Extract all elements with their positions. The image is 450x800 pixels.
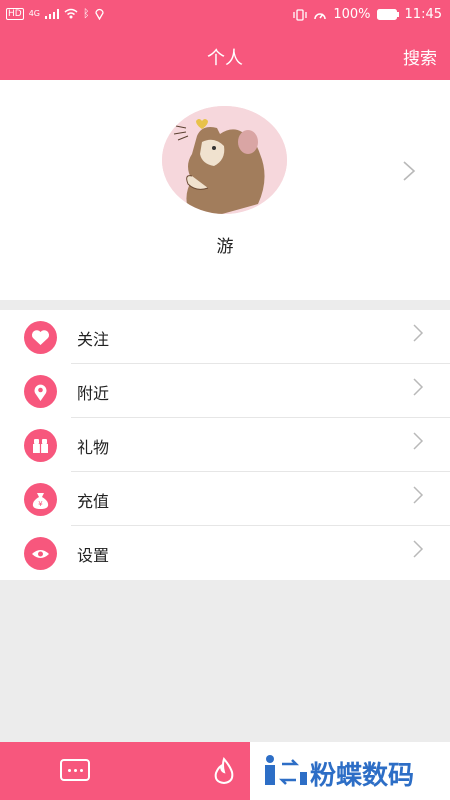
page-title: 个人 bbox=[207, 48, 243, 69]
chevron-right-icon bbox=[413, 540, 424, 558]
menu-item-follow[interactable]: 关注 bbox=[0, 310, 450, 364]
menu-item-label: 设置 bbox=[77, 546, 110, 565]
profile-card[interactable]: 游 bbox=[0, 80, 450, 300]
clock-time: 11:45 bbox=[404, 7, 442, 22]
chevron-right-icon[interactable] bbox=[402, 160, 416, 182]
chevron-right-icon bbox=[413, 486, 424, 504]
app-header: 个人 搜索 bbox=[0, 30, 450, 80]
menu-item-label: 附近 bbox=[77, 384, 110, 403]
battery-icon bbox=[376, 9, 399, 20]
status-bar: HD 4G ᛒ 100% 11:45 bbox=[0, 0, 450, 30]
watermark: 粉蝶数码 bbox=[250, 742, 450, 800]
svg-text:¥: ¥ bbox=[38, 500, 43, 508]
heart-icon bbox=[24, 321, 57, 354]
chevron-right-icon bbox=[413, 324, 424, 342]
battery-percent: 100% bbox=[333, 7, 371, 22]
menu-item-nearby[interactable]: 附近 bbox=[0, 364, 450, 418]
vibrate-icon bbox=[293, 8, 308, 21]
location-pin-icon bbox=[24, 375, 57, 408]
gift-icon bbox=[24, 429, 57, 462]
speed-icon bbox=[314, 12, 327, 19]
signal-icon bbox=[45, 8, 59, 19]
location-status-icon bbox=[94, 8, 104, 20]
menu-item-recharge[interactable]: ¥ 充值 bbox=[0, 472, 450, 526]
avatar[interactable] bbox=[162, 106, 287, 214]
chevron-right-icon bbox=[413, 432, 424, 450]
avatar-mouse-image bbox=[162, 106, 287, 214]
flame-icon[interactable] bbox=[210, 756, 238, 786]
watermark-logo-icon bbox=[265, 755, 307, 785]
menu-item-label: 礼物 bbox=[77, 438, 110, 457]
money-bag-icon: ¥ bbox=[24, 483, 57, 516]
settings-menu: 关注 附近 礼物 ¥ 充值 设置 bbox=[0, 310, 450, 580]
bluetooth-icon: ᛒ bbox=[83, 7, 90, 20]
chevron-right-icon bbox=[413, 378, 424, 396]
chat-bubble-icon[interactable] bbox=[60, 759, 90, 781]
watermark-text: 粉蝶数码 bbox=[310, 761, 415, 791]
menu-item-gift[interactable]: 礼物 bbox=[0, 418, 450, 472]
profile-name: 游 bbox=[216, 237, 234, 257]
menu-item-label: 充值 bbox=[77, 492, 110, 511]
search-button[interactable]: 搜索 bbox=[403, 44, 437, 69]
menu-item-label: 关注 bbox=[77, 330, 110, 349]
status-left: HD 4G ᛒ bbox=[6, 7, 104, 20]
status-right: 100% 11:45 bbox=[293, 7, 442, 22]
settings-eye-icon bbox=[24, 537, 57, 570]
network-indicator: 4G bbox=[28, 9, 40, 18]
hd-indicator: HD bbox=[6, 7, 24, 20]
menu-item-settings[interactable]: 设置 bbox=[0, 526, 450, 580]
wifi-icon bbox=[64, 8, 78, 19]
